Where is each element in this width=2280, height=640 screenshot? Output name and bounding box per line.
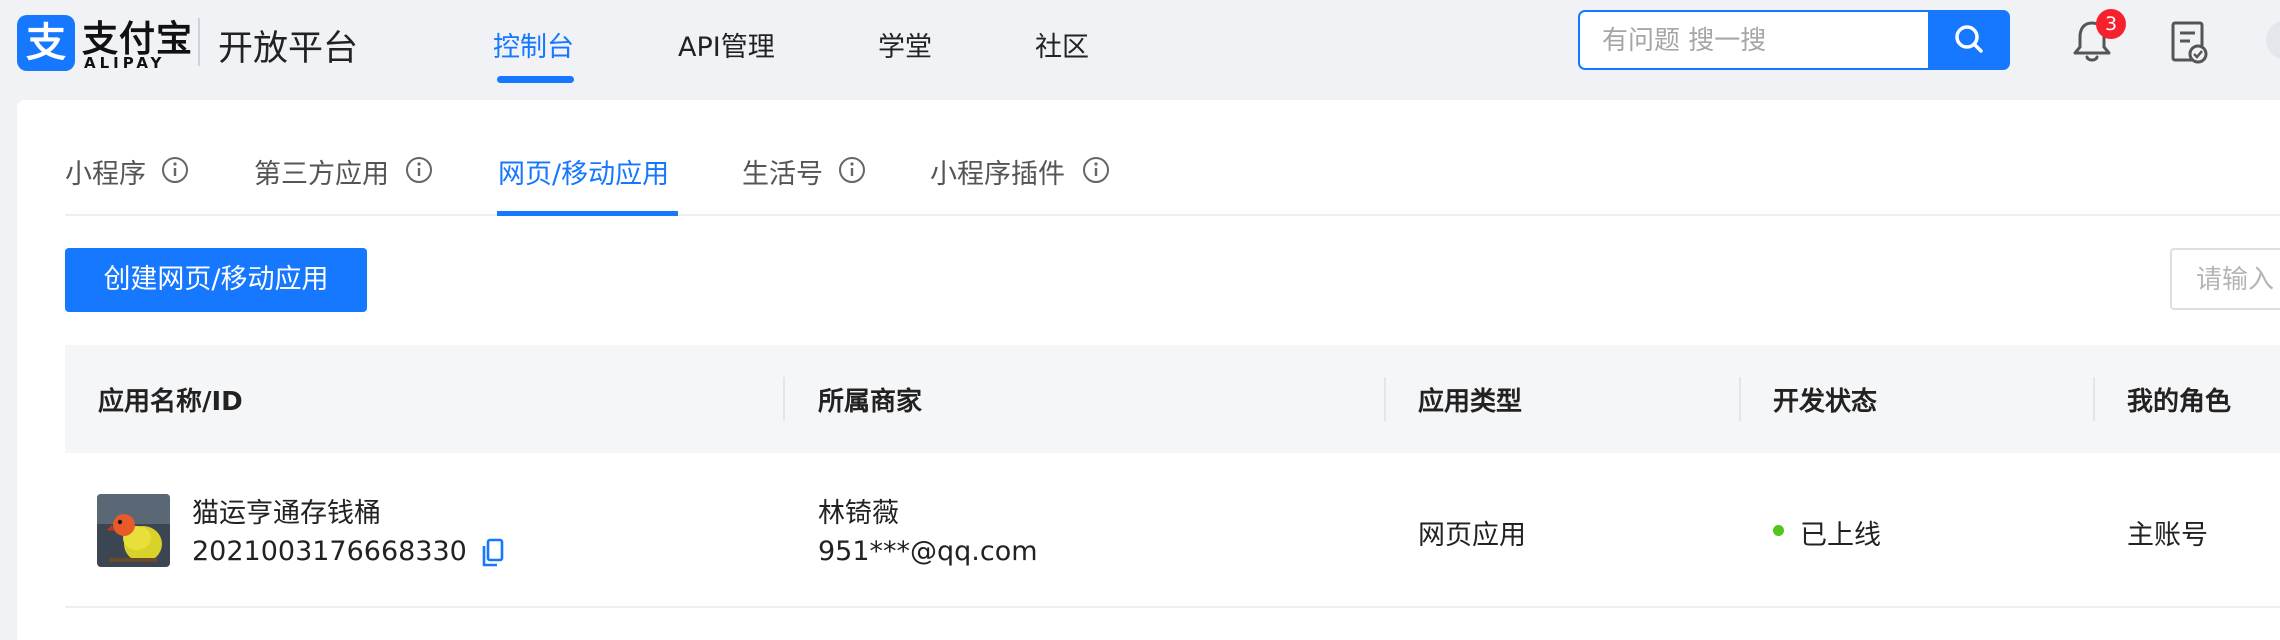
app-name[interactable]: 猫运亨通存钱桶 <box>192 491 381 530</box>
platform-title[interactable]: 开放平台 <box>218 20 358 71</box>
nav-active-indicator <box>497 76 574 83</box>
row-divider <box>65 606 2280 608</box>
nav-console[interactable]: 控制台 <box>493 25 574 64</box>
nav-api-management[interactable]: API管理 <box>678 25 775 64</box>
column-separator <box>1384 377 1386 421</box>
copy-app-id-button[interactable] <box>480 538 506 568</box>
dev-status: 已上线 <box>1800 520 1881 551</box>
status-online-dot <box>1773 525 1784 536</box>
table-header <box>65 345 2280 453</box>
info-icon[interactable] <box>1082 156 1110 184</box>
merchant-account: 951***@qq.com <box>818 536 1038 567</box>
column-header-app-name[interactable]: 应用名称/ID <box>98 381 243 418</box>
tabs-divider <box>65 214 2280 216</box>
create-web-mobile-app-button[interactable]: 创建网页/移动应用 <box>65 248 367 312</box>
top-header: 支 支付宝 ALIPAY 开放平台 控制台 API管理 学堂 社区 3 <box>0 0 2280 100</box>
alipay-logo-icon[interactable]: 支 <box>17 15 75 71</box>
app-search-input[interactable] <box>2194 250 2280 310</box>
nav-community[interactable]: 社区 <box>1035 25 1089 64</box>
info-icon[interactable] <box>838 156 866 184</box>
app-search-box <box>2170 248 2280 310</box>
column-header-merchant[interactable]: 所属商家 <box>818 381 922 418</box>
column-header-my-role[interactable]: 我的角色 <box>2127 381 2231 418</box>
tab-life-account[interactable]: 生活号 <box>742 152 823 191</box>
global-search-button[interactable] <box>1929 10 2010 70</box>
info-icon[interactable] <box>405 156 433 184</box>
todo-list-icon <box>2171 21 2208 64</box>
tab-active-indicator <box>497 211 678 216</box>
copy-icon <box>482 538 504 567</box>
search-icon <box>1955 25 1983 53</box>
nav-academy[interactable]: 学堂 <box>878 25 932 64</box>
app-icon <box>97 494 170 567</box>
column-header-app-type[interactable]: 应用类型 <box>1418 381 1522 418</box>
alipay-logo-subtext: ALIPAY <box>84 54 166 72</box>
logo-divider <box>198 18 200 66</box>
parrot-app-image <box>97 494 170 567</box>
info-icon[interactable] <box>161 156 189 184</box>
my-role: 主账号 <box>2127 520 2208 551</box>
merchant-name: 林锜薇 <box>818 498 899 529</box>
app-id: 2021003176668330 <box>192 536 467 567</box>
app-type: 网页应用 <box>1418 520 1526 551</box>
tab-mini-program[interactable]: 小程序 <box>65 152 146 191</box>
global-search-input[interactable] <box>1600 12 1924 70</box>
user-avatar[interactable] <box>2266 20 2280 60</box>
column-separator <box>1739 377 1741 421</box>
todo-button[interactable] <box>2170 20 2210 66</box>
global-search-box <box>1578 10 1930 70</box>
notification-count-badge: 3 <box>2096 9 2126 39</box>
tab-third-party-app[interactable]: 第三方应用 <box>254 152 389 191</box>
column-header-dev-status[interactable]: 开发状态 <box>1773 381 1877 418</box>
tab-web-mobile-app[interactable]: 网页/移动应用 <box>498 152 669 191</box>
column-separator <box>783 377 785 421</box>
column-separator <box>2093 377 2095 421</box>
tab-mini-program-plugin[interactable]: 小程序插件 <box>930 152 1065 191</box>
